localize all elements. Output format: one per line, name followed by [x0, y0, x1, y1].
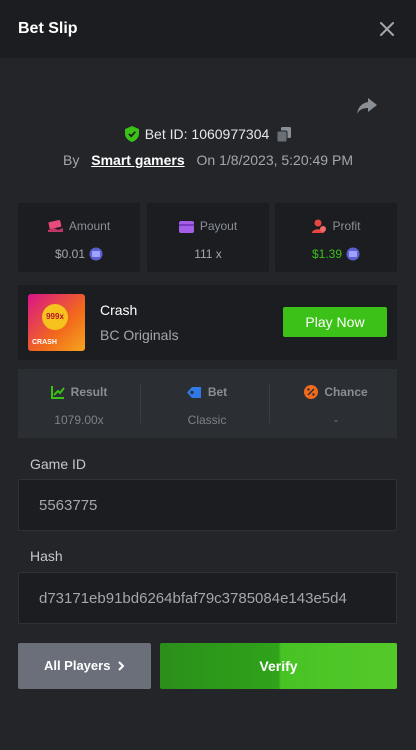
user-link[interactable]: Smart gamers — [91, 152, 184, 168]
bet-id: Bet ID: 1060977304 — [144, 126, 270, 142]
bet-slip-title: Bet Slip — [18, 20, 78, 37]
profit-label-row: Profit — [275, 219, 397, 233]
game-id-field[interactable] — [19, 480, 396, 530]
all-players-button[interactable]: All Players — [18, 643, 151, 689]
game-provider: BC Originals — [100, 327, 179, 343]
game-name: Crash — [100, 302, 138, 318]
bet-author-row: By Smart gamers On 1/8/2023, 5:20:49 PM — [0, 152, 416, 168]
share-icon[interactable] — [356, 96, 378, 116]
close-icon[interactable] — [376, 18, 398, 40]
profit-label: Profit — [332, 219, 361, 233]
profit-value-row: $1.39 — [275, 247, 397, 261]
amount-label-row: Amount — [18, 219, 140, 233]
thumbnail-badge: 999x — [46, 312, 64, 321]
result-card: Result 1079.00x Bet Classic Chance - — [18, 369, 397, 438]
bet-column: Bet Classic — [146, 369, 268, 438]
tag-icon — [186, 387, 201, 398]
percent-icon — [304, 385, 319, 399]
by-label: By — [63, 152, 80, 168]
all-players-label: All Players — [43, 658, 111, 673]
chart-up-icon — [50, 386, 65, 399]
bet-id-row: Bet ID: 1060977304 — [0, 126, 416, 142]
bet-label: Bet — [207, 385, 228, 399]
header-bar: Bet Slip — [0, 0, 416, 58]
amount-card: Amount $0.01 — [18, 203, 140, 272]
thumbnail-caption: CRASH — [32, 339, 57, 346]
payout-label-row: Payout — [147, 219, 269, 233]
hash-field[interactable] — [19, 573, 396, 623]
cash-hand-icon — [47, 220, 63, 232]
bet-label-row: Bet — [146, 385, 268, 399]
chance-label: Chance — [324, 385, 368, 399]
copy-icon[interactable] — [277, 127, 292, 142]
game-id-field-box — [18, 479, 397, 531]
hash-label: Hash — [30, 548, 63, 564]
chance-label-row: Chance — [275, 385, 397, 399]
payout-card: Payout 111 x — [147, 203, 269, 272]
game-thumbnail[interactable]: 999x CRASH — [28, 294, 85, 351]
result-label-row: Result — [18, 385, 140, 399]
profit-card: Profit $1.39 — [275, 203, 397, 272]
play-now-button[interactable]: Play Now — [283, 307, 387, 337]
on-label: On — [196, 152, 216, 168]
bet-value: Classic — [187, 413, 227, 427]
payout-label: Payout — [199, 219, 238, 233]
wallet-card-icon — [178, 221, 194, 233]
verify-button[interactable]: Verify — [160, 643, 397, 689]
coin-icon — [346, 247, 360, 261]
chance-value: - — [334, 413, 338, 427]
divider — [269, 383, 270, 423]
chance-column: Chance - — [275, 369, 397, 438]
amount-value: $0.01 — [54, 247, 86, 261]
coin-icon — [89, 247, 103, 261]
payout-value: 111 x — [194, 247, 222, 261]
result-value: 1079.00x — [54, 413, 104, 427]
game-card: 999x CRASH Crash BC Originals Play Now — [18, 285, 397, 360]
bet-datetime: 1/8/2023, 5:20:49 PM — [219, 152, 353, 168]
amount-label: Amount — [68, 219, 111, 233]
chevron-right-icon — [118, 661, 125, 671]
divider — [140, 383, 141, 423]
profit-value: $1.39 — [311, 247, 343, 261]
shield-check-icon — [124, 126, 139, 142]
person-coin-icon — [312, 219, 327, 233]
hash-field-box — [18, 572, 397, 624]
game-id-label: Game ID — [30, 456, 87, 472]
result-label: Result — [70, 385, 108, 399]
amount-value-row: $0.01 — [18, 247, 140, 261]
result-column: Result 1079.00x — [18, 369, 140, 438]
thumbnail-ball: 999x — [42, 304, 68, 330]
